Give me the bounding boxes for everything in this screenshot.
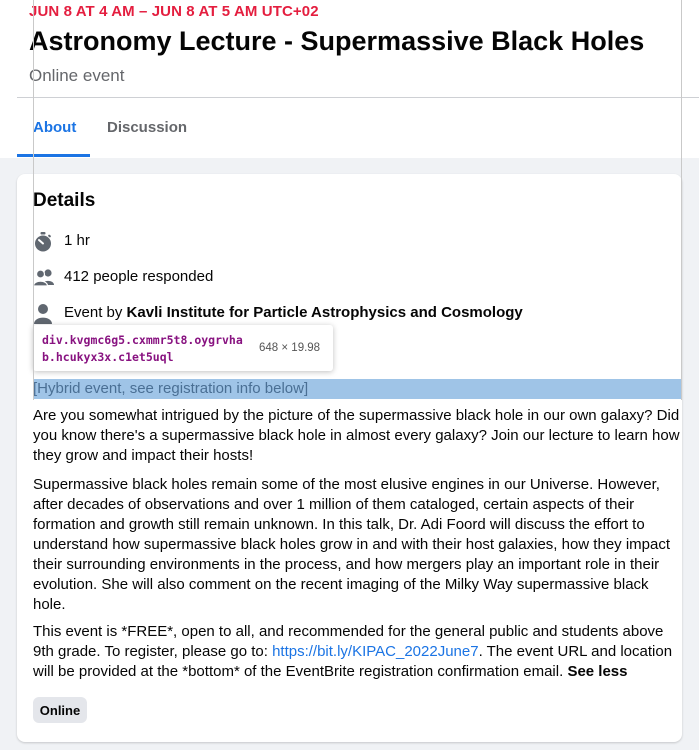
registration-link[interactable]: https://bit.ly/KIPAC_2022June7 (272, 643, 479, 660)
description-paragraph-1: Are you somewhat intrigued by the pictur… (33, 407, 680, 464)
details-heading: Details (33, 190, 96, 211)
active-tab-indicator (17, 154, 90, 157)
organizer-link[interactable]: Kavli Institute for Particle Astrophysic… (127, 304, 523, 321)
element-selector: div.kvgmc6g5.cxmmr5t8.oygrvhab.hcukyx3x.… (42, 333, 243, 364)
description-paragraph-3: This event is *FREE*, open to all, and r… (33, 622, 685, 682)
description-paragraph-2: Supermassive black holes remain some of … (33, 476, 671, 613)
tab-about[interactable]: About (33, 119, 76, 136)
event-title: Astronomy Lecture - Supermassive Black H… (29, 26, 645, 56)
hybrid-event-line: [Hybrid event, see registration info bel… (33, 380, 309, 397)
guide-line-right (681, 0, 682, 400)
divider (17, 97, 699, 98)
person-icon (33, 303, 53, 324)
organizer-text: Event by Kavli Institute for Particle As… (64, 304, 523, 321)
event-date: JUN 8 AT 4 AM – JUN 8 AT 5 AM UTC+02 (29, 3, 319, 20)
devtools-inspect-tooltip: div.kvgmc6g5.cxmmr5t8.oygrvhab.hcukyx3x.… (33, 325, 333, 371)
guide-line-left (33, 0, 34, 400)
event-by-prefix: Event by (64, 304, 123, 321)
stopwatch-icon (33, 231, 53, 252)
see-less-link[interactable]: See less (567, 663, 627, 680)
tab-discussion[interactable]: Discussion (107, 119, 187, 136)
duration-text: 1 hr (64, 232, 90, 249)
event-header: JUN 8 AT 4 AM – JUN 8 AT 5 AM UTC+02 Ast… (0, 0, 699, 158)
element-dimensions: 648 × 19.98 (259, 342, 321, 354)
responded-text: 412 people responded (64, 268, 214, 285)
event-type: Online event (29, 66, 125, 85)
online-chip[interactable]: Online (33, 697, 87, 723)
people-icon (32, 267, 54, 287)
